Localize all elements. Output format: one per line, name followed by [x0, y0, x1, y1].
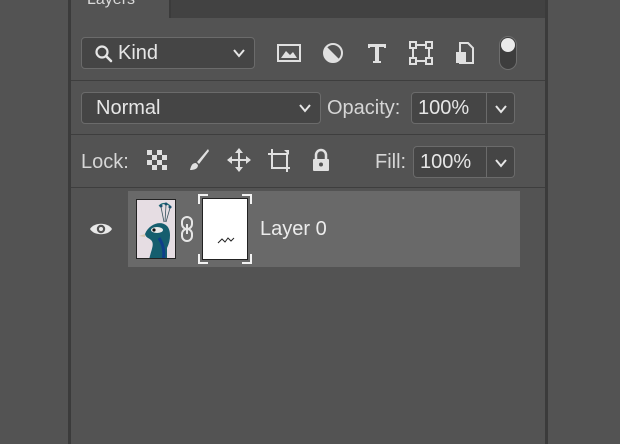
left-gutter [0, 0, 68, 444]
tab-layers[interactable]: Layers [71, 0, 171, 18]
peacock-thumbnail-image [137, 200, 175, 258]
blend-mode-select[interactable]: Normal [81, 92, 321, 124]
lock-label: Lock: [81, 151, 129, 173]
eye-icon [90, 223, 112, 235]
filter-toggle-switch[interactable] [499, 36, 517, 70]
layer-visibility-toggle[interactable] [71, 191, 128, 267]
fill-input[interactable]: 100% [413, 146, 487, 178]
lock-transparent-pixels-icon[interactable] [145, 147, 169, 173]
shape-filter-icon[interactable] [407, 39, 435, 67]
opacity-input[interactable]: 100% [411, 92, 487, 124]
lock-artboard-icon[interactable] [267, 147, 291, 173]
search-icon [95, 45, 113, 63]
layer-name[interactable]: Layer 0 [260, 216, 327, 242]
filter-row: Kind [71, 26, 545, 80]
adjustment-filter-icon[interactable] [319, 39, 347, 67]
image-filter-icon[interactable] [275, 39, 303, 67]
chevron-down-icon [495, 159, 507, 168]
toggle-knob [501, 38, 515, 52]
layer-row[interactable]: Layer 0 [128, 191, 520, 267]
opacity-label: Opacity: [327, 97, 401, 119]
fill-label: Fill: [375, 151, 407, 173]
blend-mode-value: Normal [96, 97, 161, 119]
chevron-down-icon [233, 49, 245, 58]
chevron-down-icon [495, 105, 507, 114]
lock-all-icon[interactable] [309, 147, 333, 173]
smart-object-filter-icon[interactable] [451, 39, 479, 67]
blend-row: Normal Opacity: 100% [71, 80, 545, 134]
opacity-dropdown-button[interactable] [487, 92, 515, 124]
layers-panel: Layers Kind [68, 0, 548, 444]
chevron-down-icon [299, 104, 311, 113]
kind-filter-label: Kind [118, 42, 159, 64]
lock-image-pixels-icon[interactable] [187, 147, 211, 173]
panel-tab-strip: Layers [71, 0, 545, 18]
kind-filter-select[interactable]: Kind [81, 37, 255, 69]
mask-link-icon[interactable] [180, 215, 194, 243]
layer-mask-thumbnail[interactable] [202, 198, 248, 260]
right-gutter [548, 0, 620, 444]
lock-row: Lock: Fill: 100% [71, 134, 545, 188]
layer-thumbnail [136, 199, 176, 259]
fill-dropdown-button[interactable] [487, 146, 515, 178]
mask-stroke-mark [217, 237, 235, 244]
type-filter-icon[interactable] [363, 39, 391, 67]
lock-position-icon[interactable] [227, 147, 251, 173]
